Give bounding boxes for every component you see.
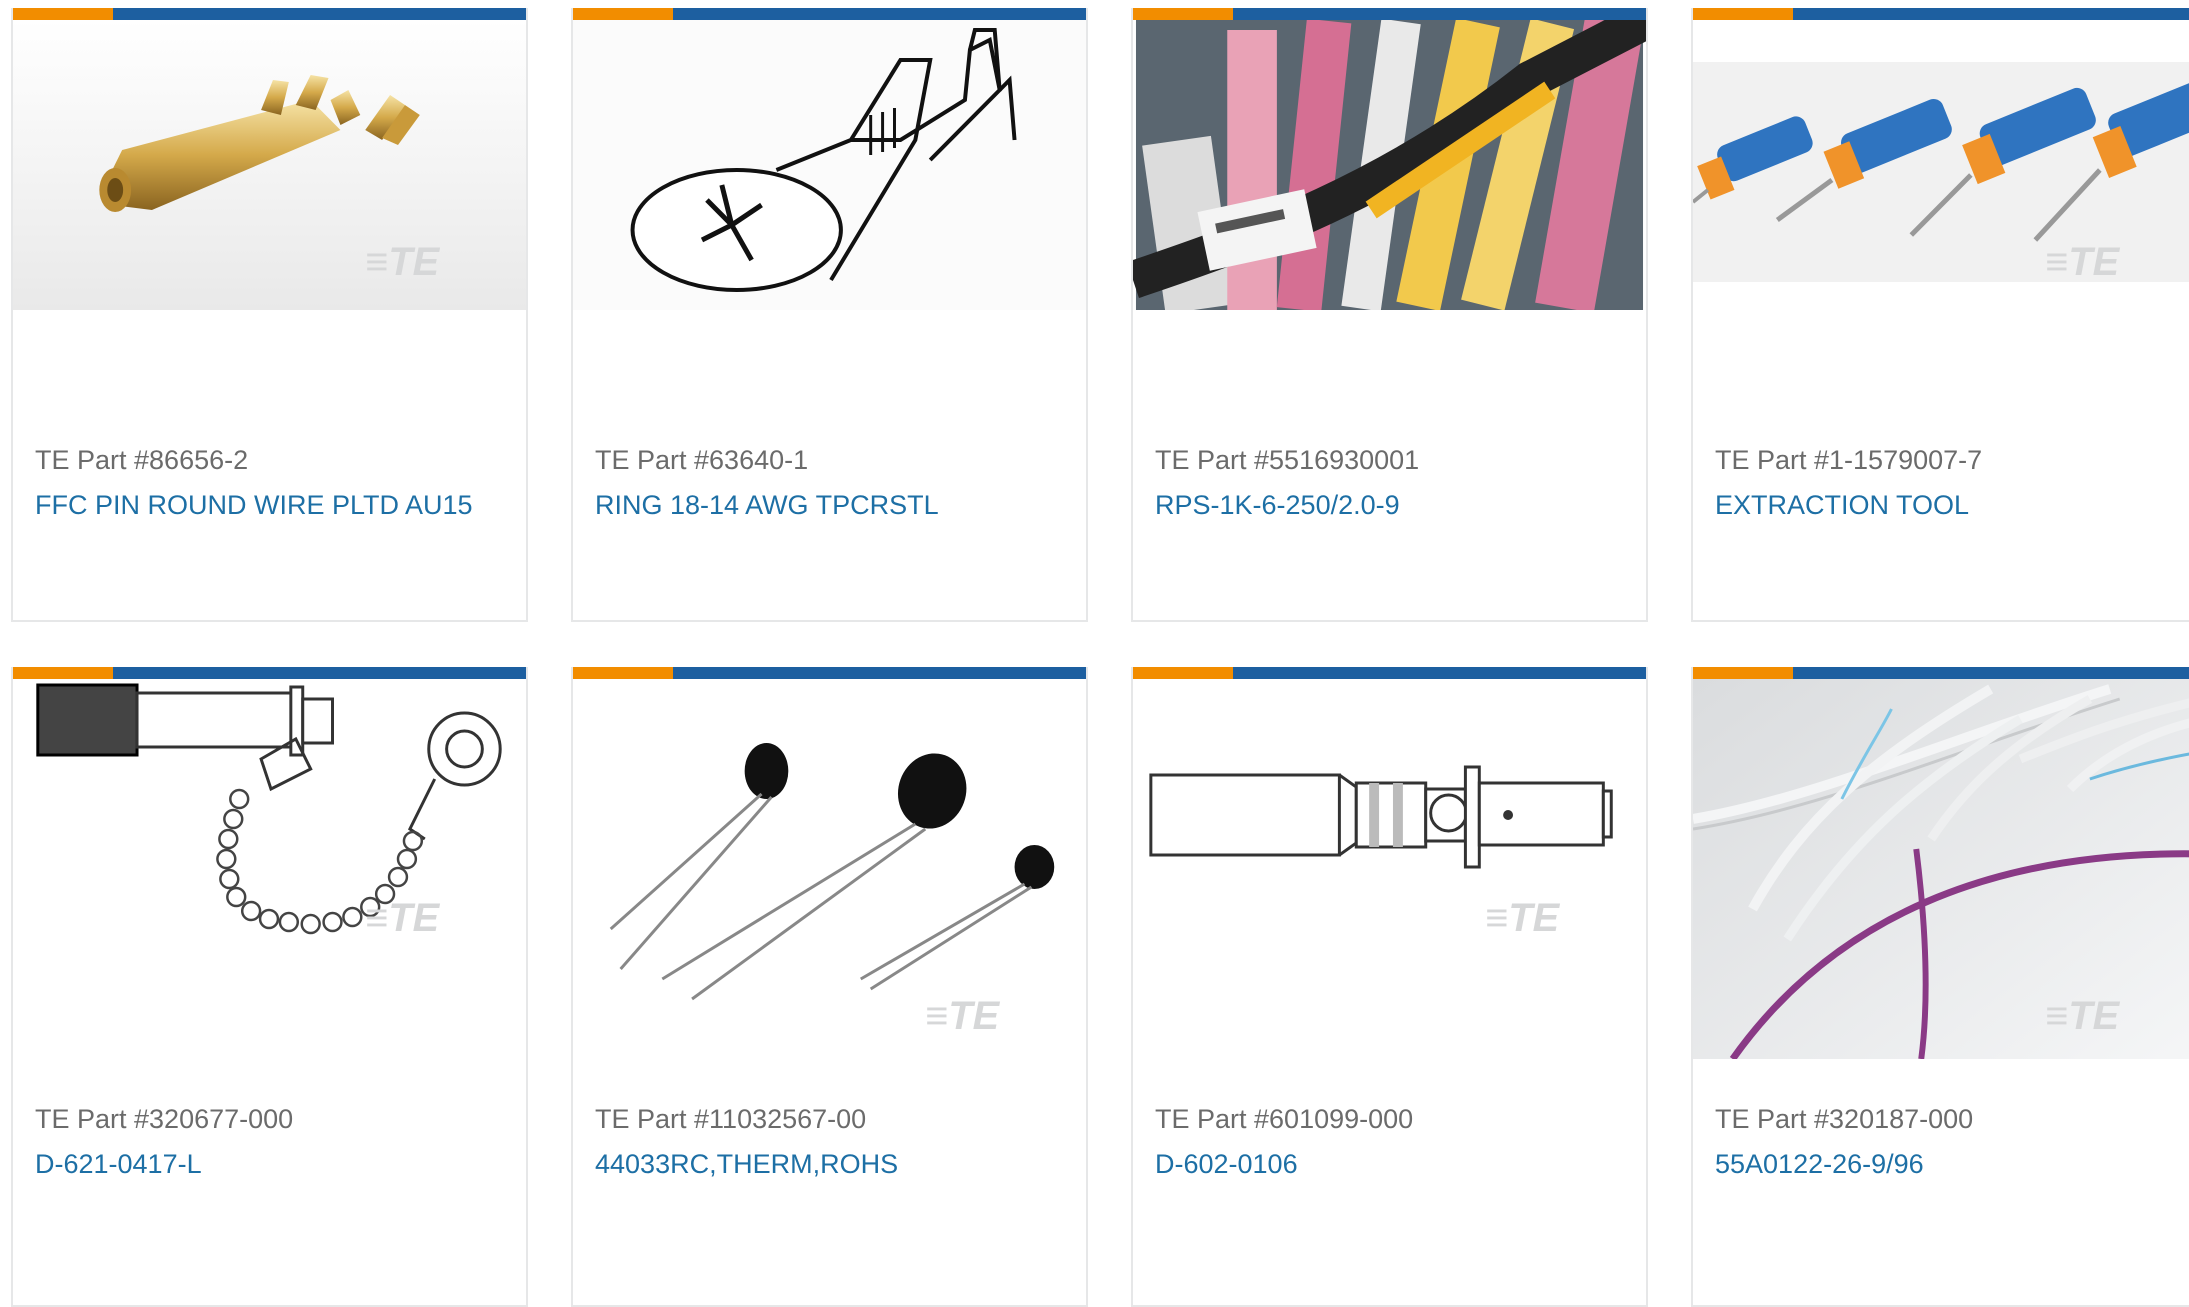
card-accent-bar	[13, 667, 526, 679]
product-grid: ≡TE TE Part #86656-2 FFC PIN ROUND WIRE …	[0, 0, 2189, 1307]
part-number: TE Part #63640-1	[595, 445, 809, 475]
product-card[interactable]: ≡TE TE Part #320677-000 D-621-0417-L	[11, 667, 528, 1307]
product-card[interactable]: ≡TE TE Part #11032567-00 44033RC,THERM,R…	[571, 667, 1088, 1307]
part-number: TE Part #601099-000	[1155, 1104, 1414, 1134]
part-number: TE Part #86656-2	[35, 445, 249, 475]
card-accent-bar	[573, 8, 1086, 20]
accent-blue-segment	[1233, 667, 1646, 679]
wire-marker-sleeves-icon[interactable]	[1133, 20, 1646, 310]
gold-pin-terminal-icon[interactable]: ≡TE	[13, 20, 526, 310]
product-card[interactable]: TE Part #5516930001 RPS-1K-6-250/2.0-9	[1131, 8, 1648, 622]
part-description-link[interactable]: 44033RC,THERM,ROHS	[595, 1149, 898, 1180]
accent-blue-segment	[673, 667, 1086, 679]
accent-blue-segment	[673, 8, 1086, 20]
accent-orange-segment	[1133, 667, 1233, 679]
accent-blue-segment	[113, 667, 526, 679]
card-accent-bar	[1133, 8, 1646, 20]
product-card[interactable]: ≡TE TE Part #86656-2 FFC PIN ROUND WIRE …	[11, 8, 528, 622]
te-watermark-logo: ≡TE	[1485, 896, 1560, 940]
te-watermark-logo: ≡TE	[2045, 994, 2120, 1038]
extraction-tools-icon[interactable]: ≡TE	[1693, 20, 2189, 310]
part-number: TE Part #320187-000	[1715, 1104, 1974, 1134]
accent-orange-segment	[1693, 667, 1793, 679]
solder-sleeve-drawing-icon[interactable]: ≡TE	[1133, 679, 1646, 1059]
card-accent-bar	[573, 667, 1086, 679]
te-watermark-logo: ≡TE	[365, 896, 440, 940]
card-accent-bar	[1133, 667, 1646, 679]
accent-orange-segment	[1693, 8, 1793, 20]
accent-blue-segment	[1793, 8, 2189, 20]
card-accent-bar	[1693, 8, 2189, 20]
part-description-link[interactable]: FFC PIN ROUND WIRE PLTD AU15	[35, 490, 473, 521]
ring-terminal-drawing-icon[interactable]	[573, 20, 1086, 310]
part-description-link[interactable]: 55A0122-26-9/96	[1715, 1149, 1924, 1180]
te-watermark-logo: ≡TE	[365, 240, 440, 284]
product-card[interactable]: ≡TE TE Part #1-1579007-7 EXTRACTION TOOL	[1691, 8, 2189, 622]
part-description-link[interactable]: RING 18-14 AWG TPCRSTL	[595, 490, 939, 521]
accent-blue-segment	[1233, 8, 1646, 20]
product-card[interactable]: ≡TE TE Part #601099-000 D-602-0106	[1131, 667, 1648, 1307]
accent-orange-segment	[573, 8, 673, 20]
part-description-link[interactable]: D-621-0417-L	[35, 1149, 202, 1180]
te-watermark-logo: ≡TE	[2045, 240, 2120, 284]
accent-orange-segment	[1133, 8, 1233, 20]
card-accent-bar	[1693, 667, 2189, 679]
part-number: TE Part #5516930001	[1155, 445, 1420, 475]
card-accent-bar	[13, 8, 526, 20]
thermistors-icon[interactable]: ≡TE	[573, 679, 1086, 1059]
accent-blue-segment	[113, 8, 526, 20]
wires-cables-icon[interactable]: ≡TE	[1693, 679, 2189, 1059]
part-number: TE Part #1-1579007-7	[1715, 445, 1983, 475]
te-watermark-logo: ≡TE	[925, 994, 1000, 1038]
product-card[interactable]: ≡TE TE Part #320187-000 55A0122-26-9/96	[1691, 667, 2189, 1307]
part-description-link[interactable]: RPS-1K-6-250/2.0-9	[1155, 490, 1400, 521]
accent-blue-segment	[1793, 667, 2189, 679]
accent-orange-segment	[13, 8, 113, 20]
part-description-link[interactable]: D-602-0106	[1155, 1149, 1298, 1180]
accent-orange-segment	[573, 667, 673, 679]
product-card[interactable]: TE Part #63640-1 RING 18-14 AWG TPCRSTL	[571, 8, 1088, 622]
part-description-link[interactable]: EXTRACTION TOOL	[1715, 490, 1969, 521]
part-number: TE Part #320677-000	[35, 1104, 294, 1134]
dust-cap-chain-drawing-icon[interactable]: ≡TE	[13, 679, 526, 1059]
accent-orange-segment	[13, 667, 113, 679]
part-number: TE Part #11032567-00	[595, 1104, 867, 1134]
